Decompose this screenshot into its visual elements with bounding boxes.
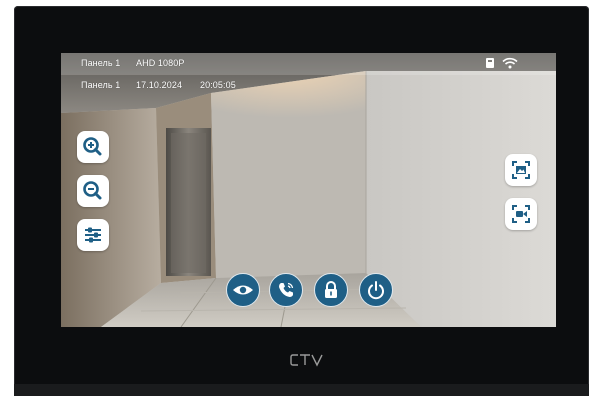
- zoom-out-icon: [83, 181, 102, 200]
- sd-card-icon: [486, 58, 494, 68]
- monitor-button[interactable]: [226, 273, 260, 307]
- zoom-in-icon: [83, 137, 102, 156]
- image-settings-button[interactable]: [77, 219, 109, 251]
- eye-icon: [233, 285, 253, 295]
- hang-up-button[interactable]: [359, 273, 393, 307]
- resolution-label: AHD 1080P: [136, 58, 185, 68]
- channel-label: Панель 1: [81, 58, 121, 68]
- snapshot-button[interactable]: [505, 154, 537, 186]
- power-icon: [368, 281, 384, 300]
- unlock-button[interactable]: [314, 273, 348, 307]
- lock-icon: [325, 281, 337, 298]
- sliders-icon: [85, 227, 101, 243]
- channel-label-2: Панель 1: [81, 80, 121, 90]
- date-label: 17.10.2024: [136, 80, 183, 90]
- monitor-bottom-edge: [14, 384, 589, 396]
- photo-capture-icon: [512, 161, 530, 179]
- phone-icon: [279, 282, 294, 297]
- video-capture-icon: [512, 205, 530, 223]
- video-record-button[interactable]: [505, 198, 537, 230]
- brand-logo: [290, 354, 323, 367]
- camera-feed-image: [61, 53, 556, 327]
- zoom-in-button[interactable]: [77, 131, 109, 163]
- talk-button[interactable]: [269, 273, 303, 307]
- time-label: 20:05:05: [200, 80, 236, 90]
- wifi-icon: [502, 57, 518, 69]
- video-screen: Панель 1 AHD 1080P Панель 1 17.10.2024 2…: [61, 53, 556, 327]
- zoom-out-button[interactable]: [77, 175, 109, 207]
